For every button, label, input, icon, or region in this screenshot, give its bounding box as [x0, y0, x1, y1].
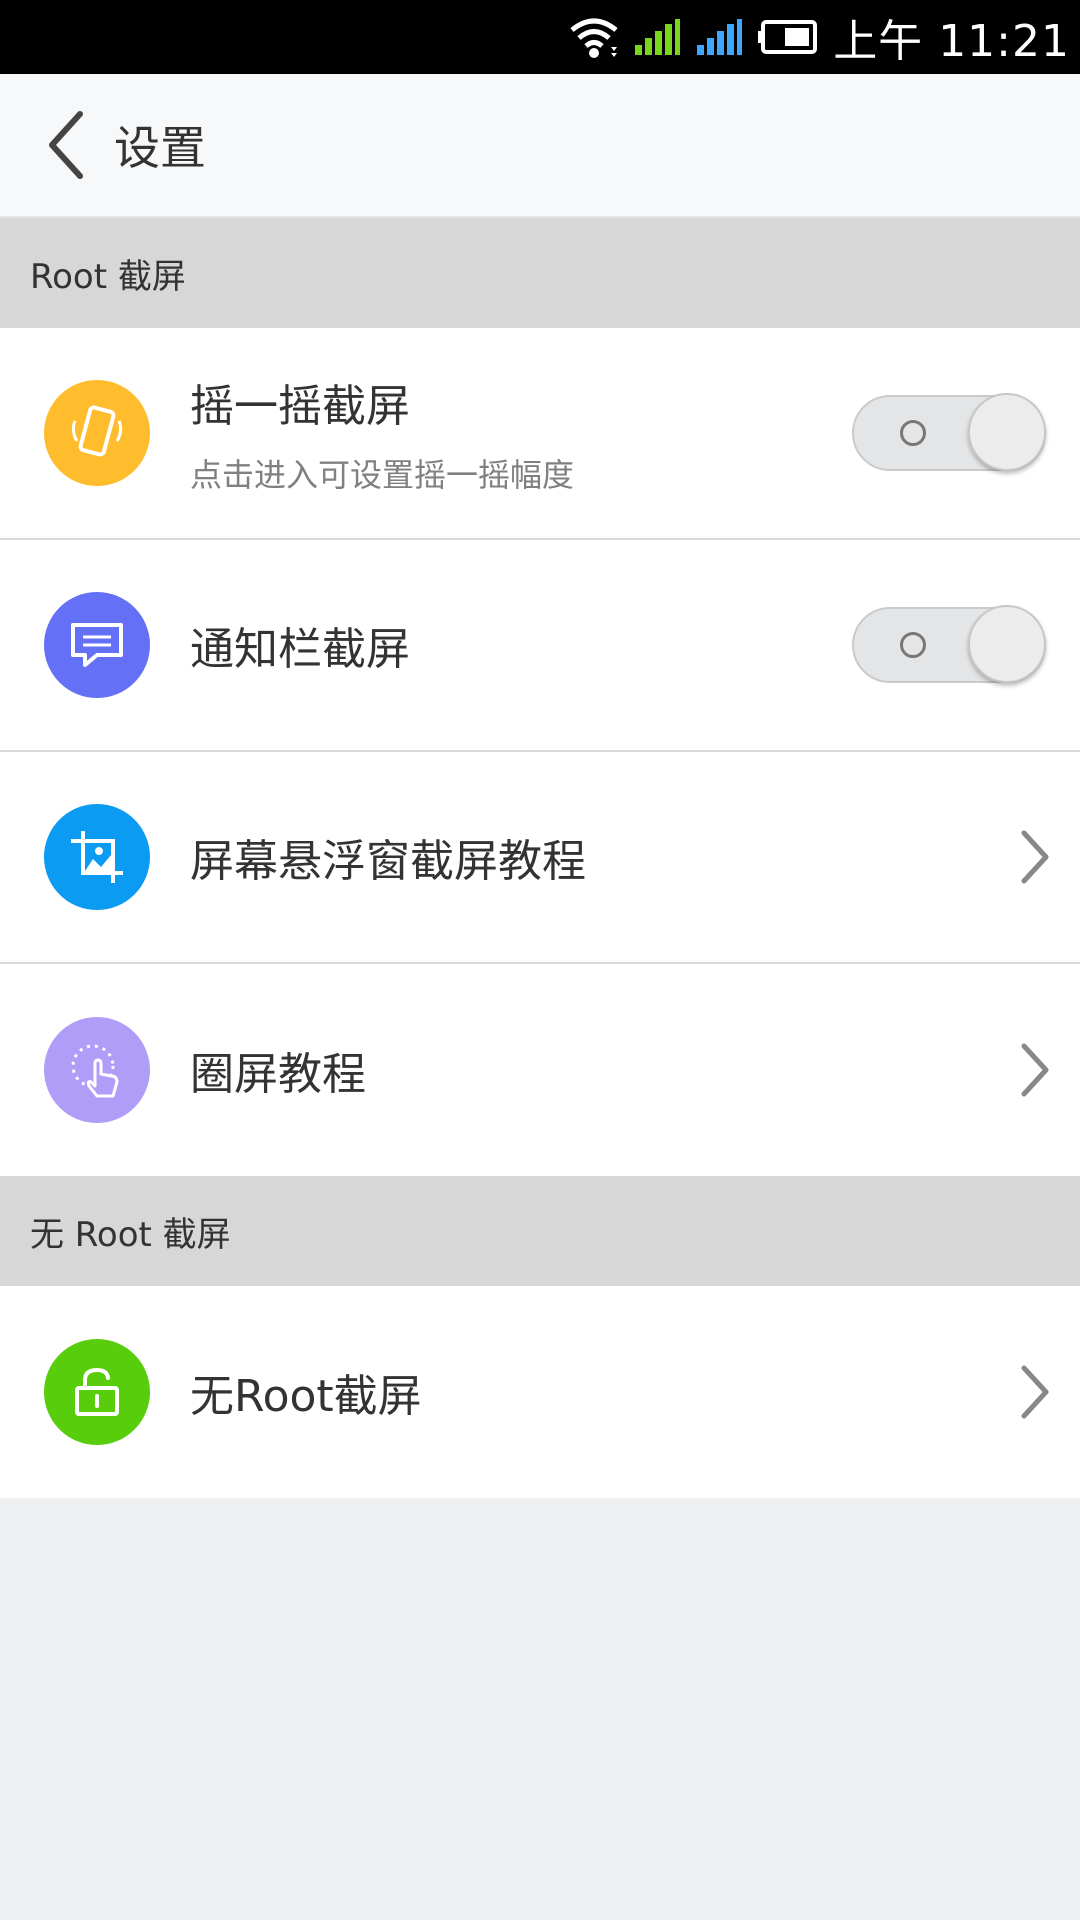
wifi-icon	[570, 18, 618, 58]
status-time: 上午 11:21	[833, 5, 1070, 69]
shake-phone-icon	[44, 380, 150, 486]
battery-icon	[758, 20, 818, 54]
back-button[interactable]	[26, 105, 106, 185]
section-header-no-root: 无 Root 截屏	[0, 1176, 1080, 1286]
message-icon	[44, 592, 150, 698]
unlock-icon	[44, 1339, 150, 1445]
crop-image-icon	[44, 804, 150, 910]
time-prefix: 上午	[833, 16, 924, 67]
toggle-knob	[968, 393, 1046, 471]
section-list-root: 摇一摇截屏 点击进入可设置摇一摇幅度 通知栏截屏 屏幕悬浮窗截屏教程 圈屏教程	[0, 328, 1080, 1176]
section-header-root: Root 截屏	[0, 218, 1080, 328]
time-value: 11:21	[938, 16, 1070, 67]
chevron-right-icon	[1021, 1043, 1049, 1097]
chevron-right-icon	[1021, 1365, 1049, 1419]
app-bar: 设置	[0, 74, 1080, 218]
item-title: 圈屏教程	[190, 1049, 366, 1100]
shake-screenshot-toggle[interactable]	[852, 393, 1046, 471]
toggle-knob	[968, 605, 1046, 683]
toggle-off-indicator	[900, 632, 926, 658]
toggle-off-indicator	[900, 420, 926, 446]
no-root-screenshot-item[interactable]: 无Root截屏	[0, 1286, 1080, 1498]
item-title: 无Root截屏	[190, 1371, 422, 1422]
shake-screenshot-item[interactable]: 摇一摇截屏 点击进入可设置摇一摇幅度	[0, 328, 1080, 540]
signal-icon-2	[697, 19, 743, 55]
floating-window-tutorial-item[interactable]: 屏幕悬浮窗截屏教程	[0, 752, 1080, 964]
notification-screenshot-item[interactable]: 通知栏截屏	[0, 540, 1080, 752]
signal-icon	[635, 19, 681, 55]
circle-gesture-icon	[44, 1017, 150, 1123]
page-title: 设置	[114, 121, 206, 175]
notification-screenshot-toggle[interactable]	[852, 605, 1046, 683]
circle-screen-tutorial-item[interactable]: 圈屏教程	[0, 964, 1080, 1176]
item-title: 屏幕悬浮窗截屏教程	[190, 836, 586, 887]
section-list-no-root: 无Root截屏	[0, 1286, 1080, 1498]
chevron-left-icon	[49, 111, 83, 179]
status-icons	[569, 15, 819, 59]
status-bar: 上午 11:21	[0, 0, 1080, 74]
chevron-right-icon	[1021, 830, 1049, 884]
